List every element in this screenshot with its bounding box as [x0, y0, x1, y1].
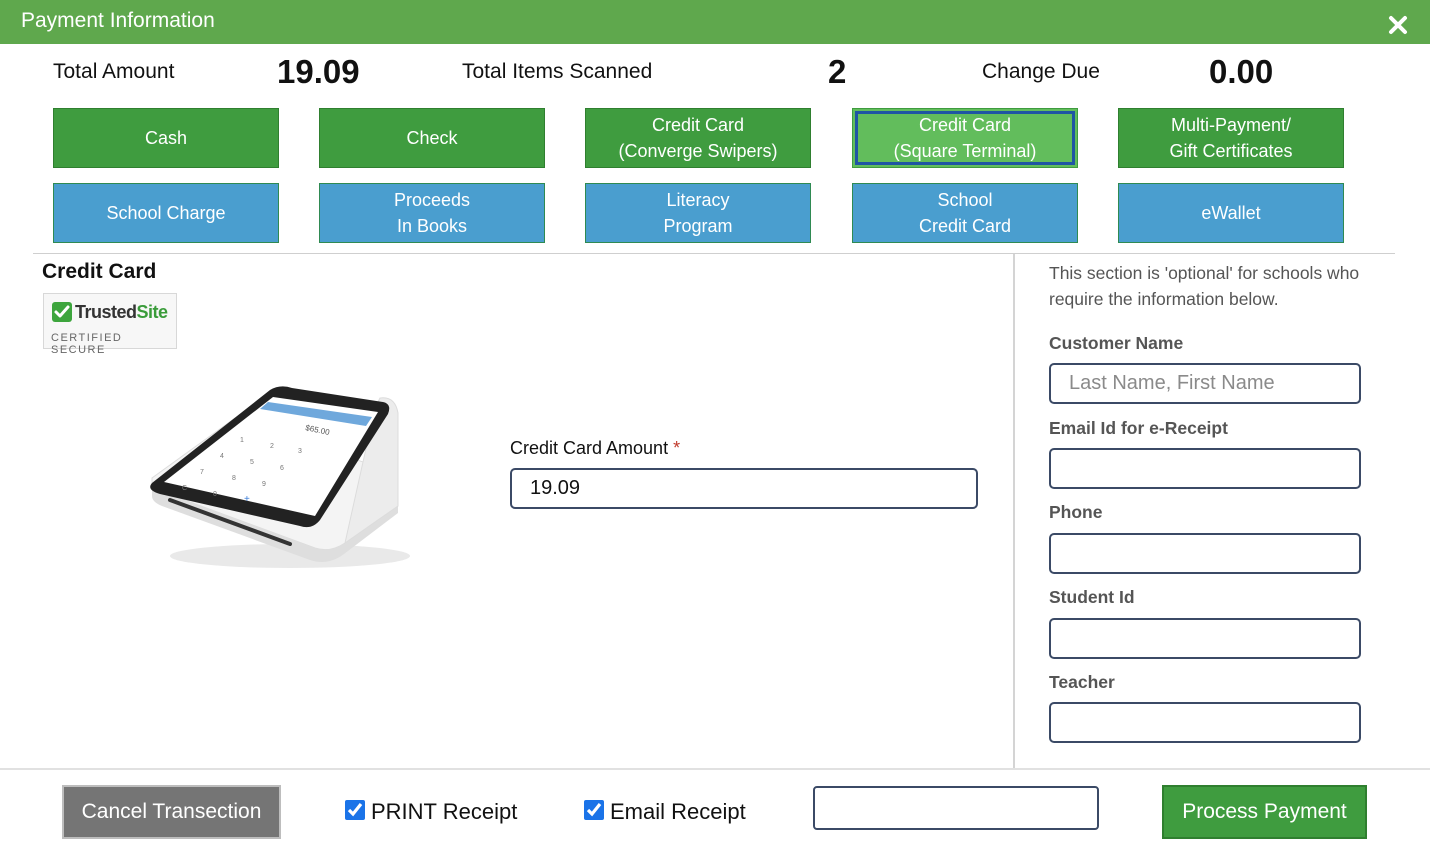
- required-asterisk: *: [673, 438, 681, 458]
- customer-name-label: Customer Name: [1049, 333, 1184, 353]
- cash-button[interactable]: Cash: [53, 108, 279, 168]
- print-receipt-label[interactable]: PRINT Receipt: [371, 799, 517, 825]
- credit-card-square-button[interactable]: Credit Card (Square Terminal): [852, 108, 1078, 168]
- receipt-email-input[interactable]: [813, 786, 1099, 830]
- change-due-value: 0.00: [1209, 53, 1274, 90]
- literacy-program-button[interactable]: Literacy Program: [585, 183, 811, 243]
- button-label: School: [937, 190, 993, 210]
- button-sublabel: In Books: [396, 216, 468, 236]
- total-amount-label: Total Amount: [53, 60, 175, 83]
- button-label: Check: [406, 128, 458, 148]
- multi-payment-button[interactable]: Multi-Payment/ Gift Certificates: [1118, 108, 1344, 168]
- customer-name-input[interactable]: [1049, 363, 1361, 404]
- credit-card-amount-input[interactable]: [510, 468, 978, 509]
- button-sublabel: Credit Card: [918, 216, 1012, 236]
- teacher-input[interactable]: [1049, 702, 1361, 743]
- svg-text:+: +: [244, 494, 250, 505]
- badge-brand: TrustedSite: [75, 302, 168, 323]
- vertical-divider: [1013, 254, 1015, 768]
- svg-text:8: 8: [232, 475, 236, 482]
- section-title: Credit Card: [42, 260, 157, 283]
- badge-brand-a: Trusted: [75, 302, 137, 322]
- school-credit-card-button[interactable]: School Credit Card: [852, 183, 1078, 243]
- svg-text:4: 4: [220, 453, 224, 460]
- button-sublabel: Gift Certificates: [1169, 141, 1293, 161]
- button-label: Literacy: [666, 190, 730, 210]
- check-button[interactable]: Check: [319, 108, 545, 168]
- window-title: Payment Information: [21, 9, 215, 32]
- items-scanned-label: Total Items Scanned: [462, 60, 653, 83]
- svg-text:2: 2: [270, 443, 274, 450]
- total-amount-value: 19.09: [277, 53, 360, 90]
- email-label: Email Id for e-Receipt: [1049, 418, 1228, 438]
- teacher-label: Teacher: [1049, 672, 1115, 692]
- svg-text:5: 5: [250, 459, 254, 466]
- credit-card-amount-label: Credit Card Amount *: [510, 438, 680, 459]
- button-label: Multi-Payment/: [1170, 115, 1292, 135]
- email-receipt-label[interactable]: Email Receipt: [610, 799, 746, 825]
- items-scanned-value: 2: [828, 53, 847, 90]
- change-due-label: Change Due: [982, 60, 1100, 83]
- title-bar: Payment Information: [0, 0, 1430, 44]
- svg-text:7: 7: [200, 469, 204, 476]
- close-icon[interactable]: [1386, 13, 1410, 37]
- ewallet-button[interactable]: eWallet: [1118, 183, 1344, 243]
- process-payment-button[interactable]: Process Payment: [1162, 785, 1367, 839]
- button-label: Cash: [144, 128, 188, 148]
- button-label: Credit Card: [651, 115, 745, 135]
- button-sublabel: Program: [663, 216, 733, 236]
- print-receipt-checkbox[interactable]: [345, 800, 365, 820]
- svg-text:1: 1: [240, 437, 244, 444]
- button-label: Credit Card: [918, 115, 1012, 135]
- checkmark-icon: [52, 302, 72, 322]
- amount-label-text: Credit Card Amount: [510, 438, 669, 458]
- svg-text:0: 0: [213, 491, 217, 498]
- svg-text:9: 9: [262, 481, 266, 488]
- proceeds-in-books-button[interactable]: Proceeds In Books: [319, 183, 545, 243]
- footer-divider: [0, 768, 1430, 770]
- cancel-transaction-button[interactable]: Cancel Transection: [62, 785, 281, 839]
- button-sublabel: (Square Terminal): [893, 141, 1037, 161]
- svg-text:3: 3: [298, 448, 302, 455]
- svg-text:C: C: [182, 485, 187, 492]
- button-label: School Charge: [106, 203, 226, 223]
- email-input[interactable]: [1049, 448, 1361, 489]
- button-sublabel: (Converge Swipers): [618, 141, 778, 161]
- email-receipt-checkbox[interactable]: [584, 800, 604, 820]
- badge-tagline: CERTIFIED SECURE: [51, 332, 123, 356]
- student-id-input[interactable]: [1049, 618, 1361, 659]
- button-label: eWallet: [1201, 203, 1261, 223]
- divider: [33, 253, 1395, 254]
- badge-brand-b: Site: [136, 302, 169, 322]
- trustedsite-badge[interactable]: TrustedSite CERTIFIED SECURE: [43, 293, 177, 356]
- phone-label: Phone: [1049, 502, 1103, 522]
- credit-card-converge-button[interactable]: Credit Card (Converge Swipers): [585, 108, 811, 168]
- optional-note: This section is 'optional' for schools w…: [1049, 263, 1360, 309]
- square-terminal-image: $65.00 123 456 789 C0 +: [150, 386, 410, 568]
- svg-text:6: 6: [280, 465, 284, 472]
- student-id-label: Student Id: [1049, 587, 1135, 607]
- button-label: Proceeds: [393, 190, 471, 210]
- school-charge-button[interactable]: School Charge: [53, 183, 279, 243]
- phone-input[interactable]: [1049, 533, 1361, 574]
